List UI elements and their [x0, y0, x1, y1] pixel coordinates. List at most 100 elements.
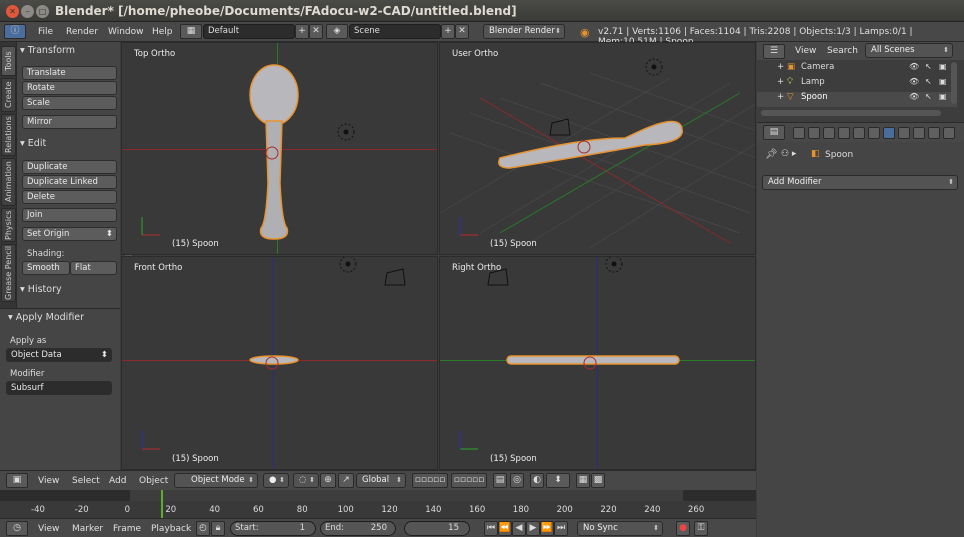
expand-icon[interactable]: +	[777, 92, 784, 102]
layer-buttons-1[interactable]: ▫▫▫▫▫	[412, 473, 448, 488]
delete-button[interactable]: Delete	[22, 190, 117, 204]
duplicate-linked-button[interactable]: Duplicate Linked	[22, 175, 117, 189]
editor-type-properties-icon[interactable]: ▤	[763, 125, 785, 140]
mode-dropdown[interactable]: Object Mode	[174, 473, 258, 488]
rotate-button[interactable]: Rotate	[22, 81, 117, 95]
start-frame-field[interactable]: Start: 1	[230, 521, 316, 536]
duplicate-button[interactable]: Duplicate	[22, 160, 117, 174]
visibility-eye-icon[interactable]: 👁︎	[909, 77, 919, 86]
menu-object[interactable]: Object	[139, 476, 168, 486]
minimize-window-button[interactable]: –	[21, 5, 34, 18]
render-camera-icon[interactable]: ▣	[939, 62, 947, 71]
select-arrow-icon[interactable]: ↖	[925, 62, 932, 71]
snap-toggle-icon[interactable]: ◐	[530, 473, 544, 488]
render-layers-tab-icon[interactable]	[808, 127, 820, 139]
scene-icon[interactable]: ◈	[326, 24, 348, 39]
outliner-item-spoon[interactable]: + ▽ Spoon 👁︎ ↖ ▣	[757, 92, 957, 107]
viewport-user-ortho[interactable]: User Ortho (15) Spoon	[439, 42, 756, 255]
modifiers-wrench-tab-icon[interactable]	[883, 127, 895, 139]
render-camera-icon[interactable]: ▣	[939, 77, 947, 86]
snap-element-dropdown[interactable]: ⬍	[546, 473, 570, 488]
current-frame-field[interactable]: 15	[404, 521, 470, 536]
lock-range-icon[interactable]: 🔒︎	[211, 521, 225, 536]
manipulator-toggle-icon[interactable]: ⊕	[320, 473, 336, 488]
jump-end-icon[interactable]: ⏭	[554, 521, 568, 536]
editor-type-timeline-icon[interactable]: ◷	[6, 521, 28, 536]
next-keyframe-icon[interactable]: ⏩	[540, 521, 554, 536]
render-animation-icon[interactable]: ▩	[591, 473, 605, 488]
translate-button[interactable]: Translate	[22, 66, 117, 80]
world-tab-icon[interactable]	[838, 127, 850, 139]
menu-file[interactable]: File	[38, 27, 53, 37]
record-icon[interactable]: ●	[676, 521, 690, 536]
keying-set-icon[interactable]: ⚿	[694, 521, 708, 536]
tab-grease-pencil[interactable]: Grease Pencil	[1, 244, 16, 302]
scale-button[interactable]: Scale	[22, 96, 117, 110]
menu-add[interactable]: Add	[109, 476, 126, 486]
edit-panel-header[interactable]: ▾ Edit	[20, 138, 116, 152]
constraints-tab-icon[interactable]	[868, 127, 880, 139]
screen-layout-field[interactable]: Default	[203, 24, 295, 39]
proportional-editing-icon[interactable]: ◎	[510, 473, 524, 488]
material-tab-icon[interactable]	[913, 127, 925, 139]
outliner-item-camera[interactable]: + ▣ Camera 👁︎ ↖ ▣	[757, 62, 957, 77]
visibility-eye-icon[interactable]: 👁︎	[909, 92, 919, 101]
tab-physics[interactable]: Physics	[1, 208, 16, 242]
texture-tab-icon[interactable]	[928, 127, 940, 139]
outliner-filter-dropdown[interactable]: All Scenes	[865, 43, 953, 58]
add-modifier-dropdown[interactable]: Add Modifier	[762, 175, 958, 190]
maximize-window-button[interactable]: □	[36, 5, 49, 18]
expand-icon[interactable]: +	[777, 77, 784, 87]
add-screen-button[interactable]: +	[295, 24, 309, 39]
play-reverse-icon[interactable]: ◀	[512, 521, 526, 536]
play-icon[interactable]: ▶	[526, 521, 540, 536]
menu-marker[interactable]: Marker	[72, 524, 103, 534]
select-arrow-icon[interactable]: ↖	[925, 92, 932, 101]
render-camera-icon[interactable]: ▣	[939, 92, 947, 101]
timeline-range-bar[interactable]	[0, 490, 756, 501]
viewport-top-ortho[interactable]: Top Ortho (15) Spoon	[121, 42, 438, 255]
end-frame-field[interactable]: End: 250	[320, 521, 396, 536]
lock-layers-icon[interactable]: ▤	[493, 473, 507, 488]
tab-relations[interactable]: Relations	[1, 114, 16, 156]
select-arrow-icon[interactable]: ↖	[925, 77, 932, 86]
prev-keyframe-icon[interactable]: ⏪	[498, 521, 512, 536]
expand-icon[interactable]: +	[777, 62, 784, 72]
add-scene-button[interactable]: +	[441, 24, 455, 39]
render-engine-dropdown[interactable]: Blender Render	[483, 24, 565, 39]
menu-search[interactable]: Search	[827, 46, 858, 56]
tab-create[interactable]: Create	[1, 78, 16, 112]
manipulator-translate-icon[interactable]: ↗	[338, 473, 354, 488]
transform-panel-header[interactable]: ▾ Transform	[20, 45, 116, 59]
render-icon[interactable]: ▦	[576, 473, 590, 488]
sync-mode-dropdown[interactable]: No Sync	[577, 521, 663, 536]
apply-as-dropdown[interactable]: Object Data ⬍	[6, 348, 112, 362]
viewport-front-ortho[interactable]: Front Ortho (15) Spoon	[121, 256, 438, 470]
outliner-hscrollbar[interactable]	[761, 110, 941, 116]
viewport-shading-dropdown[interactable]: ●	[263, 473, 289, 488]
smooth-button[interactable]: Smooth	[22, 261, 70, 275]
flat-button[interactable]: Flat	[70, 261, 117, 275]
outliner-item-lamp[interactable]: + 💡︎ Lamp 👁︎ ↖ ▣	[757, 77, 957, 92]
data-tab-icon[interactable]	[898, 127, 910, 139]
pin-icon[interactable]: 📌︎	[765, 149, 778, 160]
scene-field[interactable]: Scene	[349, 24, 441, 39]
close-window-button[interactable]: ✕	[6, 5, 19, 18]
pivot-point-dropdown[interactable]: ◌	[293, 473, 319, 488]
tab-tools[interactable]: Tools	[1, 46, 16, 76]
menu-view[interactable]: View	[38, 524, 59, 534]
current-frame-marker[interactable]	[161, 490, 163, 518]
menu-view[interactable]: View	[38, 476, 59, 486]
remove-screen-button[interactable]: ✕	[309, 24, 323, 39]
outliner-scrollbar[interactable]	[951, 62, 957, 104]
object-tab-icon[interactable]	[853, 127, 865, 139]
transform-orientation-dropdown[interactable]: Global	[356, 473, 406, 488]
menu-select[interactable]: Select	[72, 476, 100, 486]
viewport-right-ortho[interactable]: Right Ortho (15) Spoon	[439, 256, 756, 470]
preview-range-icon[interactable]: ◴	[196, 521, 210, 536]
remove-scene-button[interactable]: ✕	[455, 24, 469, 39]
modifier-field[interactable]: Subsurf	[6, 381, 112, 395]
join-button[interactable]: Join	[22, 208, 117, 222]
menu-render[interactable]: Render	[66, 27, 98, 37]
tab-animation[interactable]: Animation	[1, 158, 16, 206]
